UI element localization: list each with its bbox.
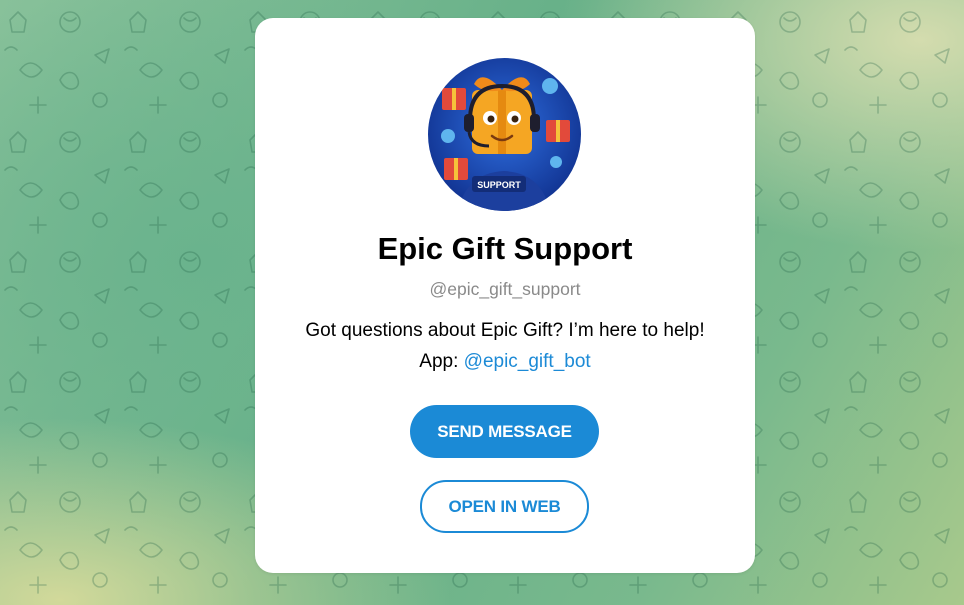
profile-name: Epic Gift Support — [377, 231, 633, 266]
profile-avatar: SUPPORT — [428, 58, 581, 211]
gift-box-mascot-icon: SUPPORT — [428, 58, 581, 211]
send-message-button[interactable]: SEND MESSAGE — [410, 405, 599, 458]
app-line: App: @epic_gift_bot — [255, 346, 755, 377]
profile-card: SUPPORT Epic Gift Support @epic_gift_sup… — [255, 18, 755, 573]
description-text: Got questions about Epic Gift? I’m here … — [305, 320, 705, 341]
avatar-badge-text: SUPPORT — [477, 180, 521, 190]
profile-username: @epic_gift_support — [429, 279, 581, 299]
open-in-web-button[interactable]: OPEN IN WEB — [420, 480, 589, 533]
app-link[interactable]: @epic_gift_bot — [464, 351, 591, 372]
app-prefix: App: — [419, 351, 464, 372]
profile-description: Got questions about Epic Gift? I’m here … — [255, 315, 755, 377]
